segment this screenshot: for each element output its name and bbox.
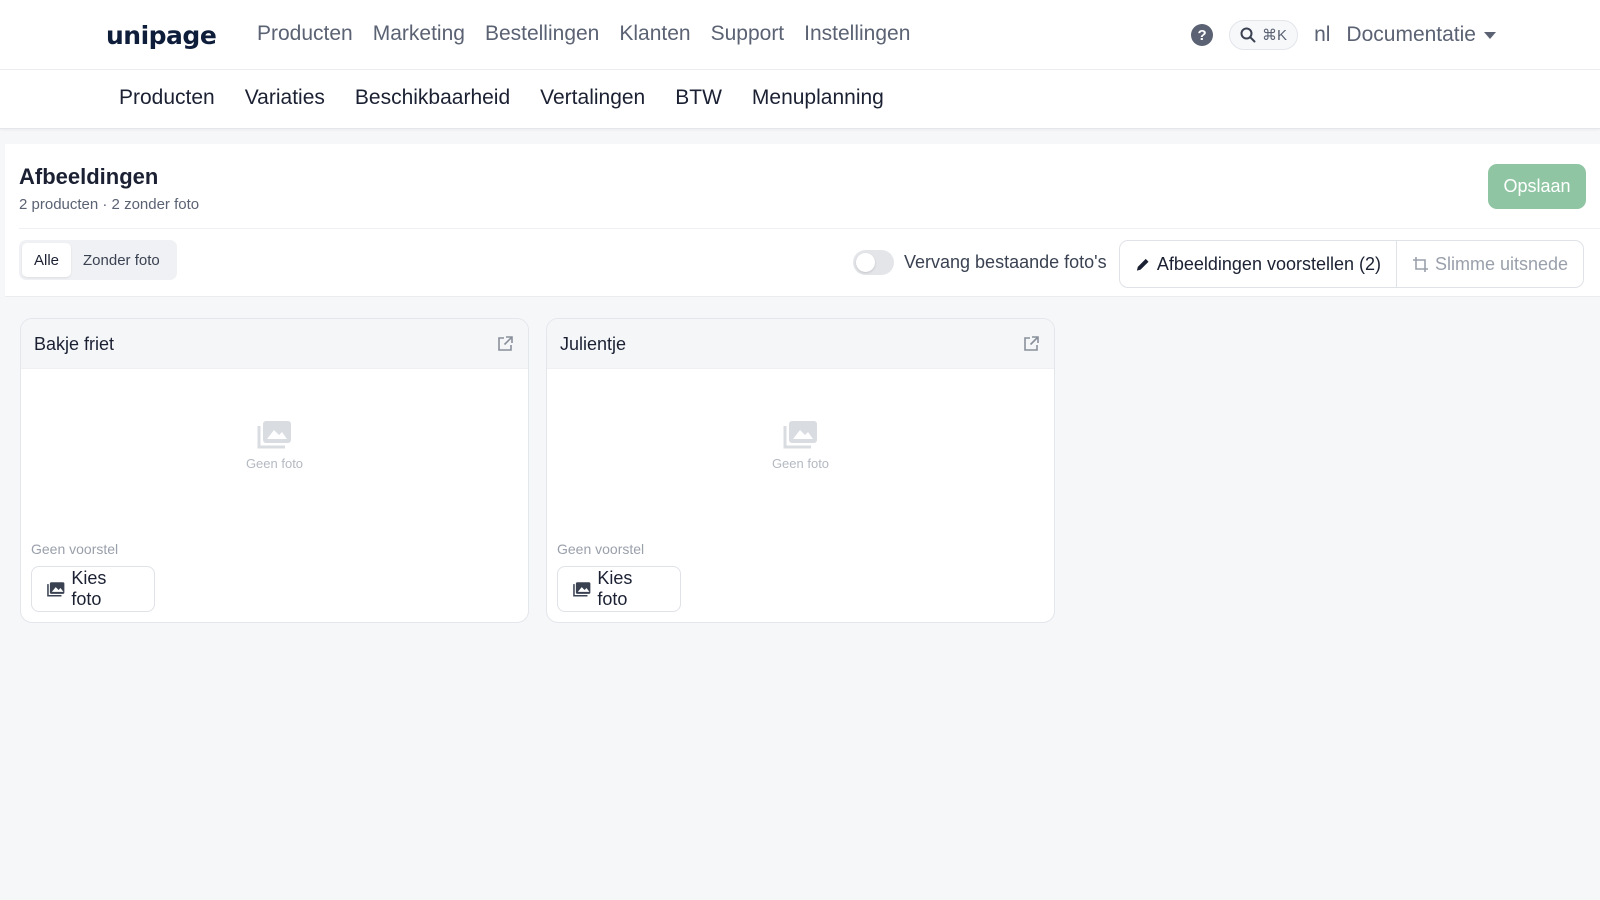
image-placeholder-icon xyxy=(783,421,817,449)
search-shortcut: ⌘K xyxy=(1262,27,1288,44)
image-actions: Afbeeldingen voorstellen (2) Slimme uits… xyxy=(1119,240,1584,288)
suggestion-status: Geen voorstel xyxy=(557,541,645,557)
product-card: Julientje Geen foto Geen voorstel Kies f… xyxy=(546,318,1055,623)
product-card-header: Bakje friet xyxy=(21,319,528,369)
suggest-images-label: Afbeeldingen voorstellen (2) xyxy=(1156,253,1381,274)
documentation-label: Documentatie xyxy=(1346,23,1476,46)
photo-placeholder: Geen foto xyxy=(547,419,1054,473)
choose-photo-label: Kies foto xyxy=(597,568,633,609)
filter-segmented-control: Alle Zonder foto xyxy=(19,240,177,280)
image-placeholder-icon xyxy=(257,421,291,449)
subnav-variaties[interactable]: Variaties xyxy=(245,86,325,110)
choose-photo-label: Kies foto xyxy=(71,568,107,609)
unipage-logo[interactable]: unipage xyxy=(106,18,217,52)
nav-bestellingen[interactable]: Bestellingen xyxy=(485,22,599,46)
subnav-beschikbaarheid[interactable]: Beschikbaarheid xyxy=(355,86,510,110)
photo-placeholder: Geen foto xyxy=(21,419,528,473)
search-button[interactable]: ⌘K xyxy=(1229,20,1299,50)
photos-icon xyxy=(573,582,591,597)
nav-marketing[interactable]: Marketing xyxy=(373,22,465,46)
smart-crop-button[interactable]: Slimme uitsnede xyxy=(1397,241,1583,287)
header-tools: ? ⌘K nl Documentatie xyxy=(1191,20,1496,50)
no-photo-text: Geen foto xyxy=(245,456,304,471)
toggle-knob xyxy=(856,253,875,272)
product-card-header: Julientje xyxy=(547,319,1054,369)
filter-all[interactable]: Alle xyxy=(22,243,72,277)
photos-icon xyxy=(47,582,65,597)
top-navigation-bar: unipage Producten Marketing Bestellingen… xyxy=(0,0,1600,70)
replace-photos-label: Vervang bestaande foto's xyxy=(904,252,1107,272)
subnav-btw[interactable]: BTW xyxy=(675,86,722,110)
subnav-vertalingen[interactable]: Vertalingen xyxy=(540,86,645,110)
external-link-icon[interactable] xyxy=(1022,335,1040,353)
sub-navigation: Producten Variaties Beschikbaarheid Vert… xyxy=(0,70,1600,129)
images-panel: Afbeeldingen 2 producten · 2 zonder foto… xyxy=(5,144,1600,297)
logo-text: unipage xyxy=(106,20,217,50)
crop-icon xyxy=(1413,256,1428,272)
divider xyxy=(19,228,1600,229)
smart-crop-label: Slimme uitsnede xyxy=(1435,253,1569,274)
no-photo-text: Geen foto xyxy=(771,456,830,471)
nav-klanten[interactable]: Klanten xyxy=(619,22,690,46)
search-icon xyxy=(1240,27,1256,43)
documentation-dropdown[interactable]: Documentatie xyxy=(1346,23,1496,47)
external-link-icon[interactable] xyxy=(496,335,514,353)
pencil-icon xyxy=(1136,258,1149,271)
page-title: Afbeeldingen xyxy=(19,164,159,189)
replace-photos-toggle[interactable] xyxy=(853,250,894,275)
product-name: Bakje friet xyxy=(34,334,115,354)
help-icon[interactable]: ? xyxy=(1191,24,1214,46)
choose-photo-button[interactable]: Kies foto xyxy=(557,566,681,612)
suggestion-status: Geen voorstel xyxy=(31,541,119,557)
subnav-producten[interactable]: Producten xyxy=(119,86,215,110)
filter-without-photo[interactable]: Zonder foto xyxy=(71,243,172,277)
main-nav: Producten Marketing Bestellingen Klanten… xyxy=(257,22,910,46)
choose-photo-button[interactable]: Kies foto xyxy=(31,566,155,612)
product-card: Bakje friet Geen foto Geen voorstel Kies… xyxy=(20,318,529,623)
nav-producten[interactable]: Producten xyxy=(257,22,353,46)
subnav-menuplanning[interactable]: Menuplanning xyxy=(752,86,884,110)
suggest-images-button[interactable]: Afbeeldingen voorstellen (2) xyxy=(1120,241,1397,287)
caret-down-icon xyxy=(1484,31,1496,39)
nav-support[interactable]: Support xyxy=(711,22,785,46)
language-selector[interactable]: nl xyxy=(1314,23,1330,47)
save-button[interactable]: Opslaan xyxy=(1488,164,1586,209)
page-subtitle: 2 producten · 2 zonder foto xyxy=(19,196,200,213)
nav-instellingen[interactable]: Instellingen xyxy=(804,22,910,46)
product-name: Julientje xyxy=(560,334,627,354)
replace-photos-toggle-row: Vervang bestaande foto's xyxy=(853,250,1107,275)
